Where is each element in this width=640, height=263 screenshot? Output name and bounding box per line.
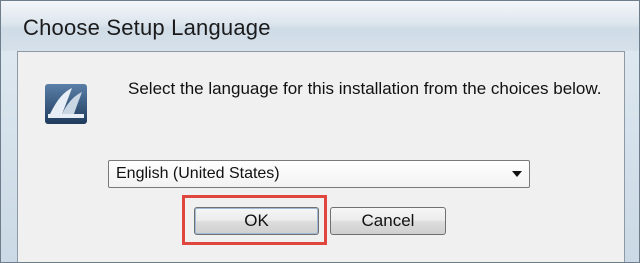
window-title: Choose Setup Language	[23, 15, 271, 40]
cancel-button[interactable]: Cancel	[330, 207, 446, 235]
setup-installer-icon	[45, 84, 87, 124]
title-bar[interactable]: Choose Setup Language	[1, 1, 639, 51]
instruction-text: Select the language for this installatio…	[128, 79, 602, 98]
language-select[interactable]: English (United States)	[108, 160, 530, 188]
setup-language-dialog: Choose Setup Language Select the languag…	[0, 0, 640, 263]
selected-language: English (United States)	[116, 165, 280, 182]
chevron-down-icon[interactable]	[512, 171, 522, 177]
ok-button[interactable]: OK	[194, 207, 319, 235]
dialog-body: Select the language for this installatio…	[17, 51, 625, 262]
